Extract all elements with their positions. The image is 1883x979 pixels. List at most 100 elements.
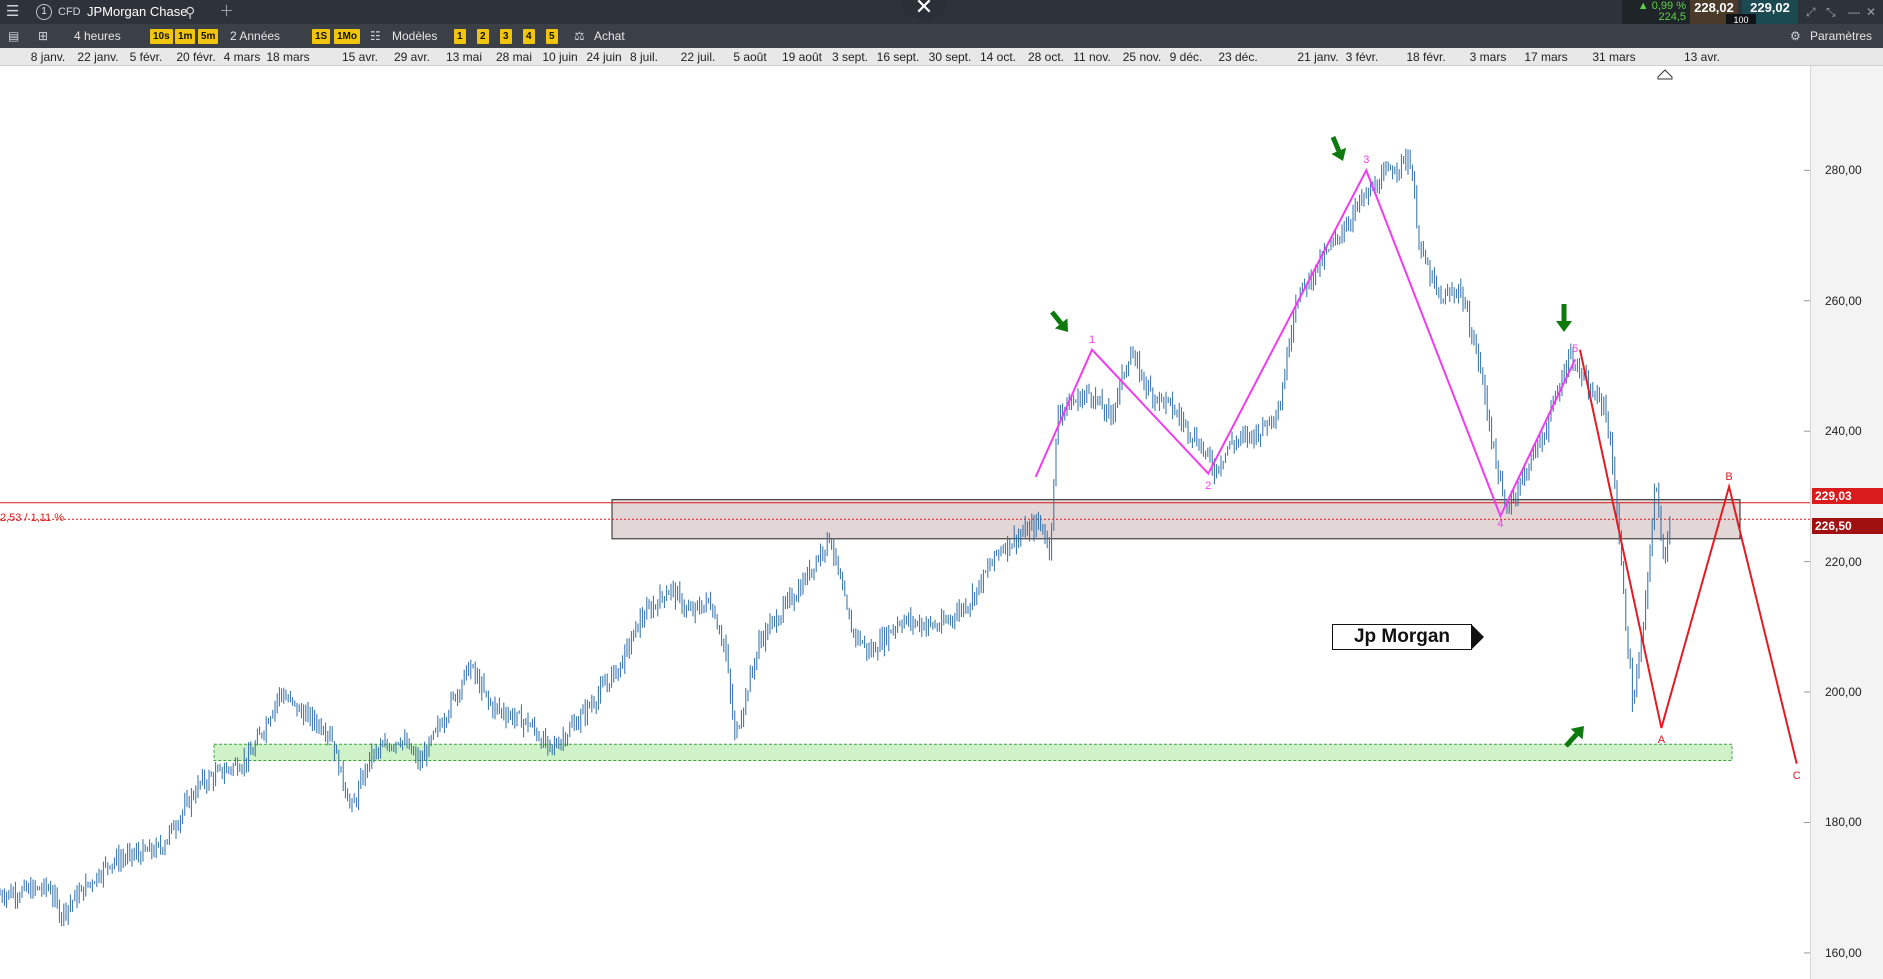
date-tick-label: 9 déc.	[1169, 50, 1203, 64]
reference-price-box: 226,50	[1812, 518, 1883, 535]
date-tick-label: 5 févr.	[129, 50, 163, 64]
layout-4-button[interactable]: 4	[523, 29, 535, 44]
arrow-down-5-head	[1556, 321, 1572, 332]
templates-icon[interactable]: ☷	[370, 24, 381, 48]
date-tick-label: 8 janv.	[30, 50, 66, 64]
account-number-badge[interactable]: 1	[36, 4, 52, 20]
layout-1-button[interactable]: 1	[454, 29, 466, 44]
search-icon[interactable]: ⚲	[185, 0, 195, 24]
top-bar: ☰ 1 CFD JPMorgan Chase ⚲ ＋ ✕ ▲ 0,99 % 22…	[0, 0, 1883, 26]
support-zone	[213, 743, 1733, 762]
date-tick-label: 23 déc.	[1218, 50, 1258, 64]
trading-app: ☰ 1 CFD JPMorgan Chase ⚲ ＋ ✕ ▲ 0,99 % 22…	[0, 0, 1883, 979]
range-1s-button[interactable]: 1S	[312, 29, 331, 44]
date-tick-label: 30 sept.	[928, 50, 972, 64]
date-axis: 8 janv. 22 janv. 5 févr. 20 févr. 4 mars 18 m…	[0, 48, 1883, 66]
chart-area[interactable]: 2,53 / 1,11 % Jp Morgan 12345ABC 280,00 2…	[0, 66, 1883, 979]
wave-label: A	[1657, 733, 1666, 746]
arrow-down-1-shaft	[1050, 310, 1064, 325]
date-tick-label: 16 sept.	[876, 50, 920, 64]
reference-change-label: 2,53 / 1,11 %	[0, 512, 65, 524]
date-tick-label: 17 mars	[1524, 50, 1568, 64]
interval-1m-button[interactable]: 1m	[175, 29, 196, 44]
date-tick-label: 24 juin	[586, 50, 622, 64]
date-tick-label: 31 mars	[1592, 50, 1636, 64]
wave-label: 3	[1363, 154, 1370, 167]
instrument-name[interactable]: JPMorgan Chase	[87, 0, 187, 24]
date-tick-label: 3 mars	[1469, 50, 1507, 64]
date-tick-label: 11 nov.	[1073, 50, 1111, 64]
date-tick-label: 10 juin	[542, 50, 578, 64]
session-low: 224,5	[1658, 11, 1686, 23]
templates-button[interactable]: Modèles	[392, 24, 437, 48]
date-tick-label: 5 août	[733, 50, 767, 64]
settings-button[interactable]: Paramètres	[1810, 24, 1872, 48]
range-1mo-button[interactable]: 1Mo	[334, 29, 360, 44]
layout-3-button[interactable]: 3	[500, 29, 512, 44]
correction-wave-line	[1579, 349, 1798, 765]
annotation-text: Jp Morgan	[1332, 624, 1472, 650]
date-tick-label: 3 févr.	[1345, 50, 1379, 64]
arrow-down-3-shaft	[1330, 136, 1342, 152]
window-close-icon[interactable]: ✕	[1866, 0, 1876, 24]
quote-change-block: ▲ 0,99 % 224,5	[1622, 0, 1690, 24]
date-tick-label: 22 janv.	[77, 50, 119, 64]
date-tick-label: 18 mars	[266, 50, 310, 64]
date-tick-label: 19 août	[781, 50, 823, 64]
price-tick-label: 240,00	[1825, 424, 1862, 439]
date-tick-label: 29 avr.	[393, 50, 431, 64]
order-icon[interactable]: ⚖	[574, 24, 585, 48]
date-tick-label: 20 févr.	[176, 50, 216, 64]
wave-label: C	[1792, 769, 1801, 782]
date-tick-label: 28 mai	[495, 50, 533, 64]
gear-icon[interactable]: ⚙	[1790, 24, 1801, 48]
close-icon[interactable]: ✕	[900, 0, 948, 20]
wave-label: 4	[1497, 517, 1504, 530]
date-tick-label: 25 nov.	[1122, 50, 1162, 64]
interval-10s-button[interactable]: 10s	[150, 29, 173, 44]
link-icon[interactable]: ⤢	[1806, 0, 1816, 24]
instrument-type: CFD	[58, 6, 81, 18]
timeline-marker-icon	[1657, 69, 1673, 80]
date-tick-label: 4 mars	[223, 50, 261, 64]
price-tick-label: 200,00	[1825, 685, 1862, 700]
wave-label: 5	[1572, 343, 1579, 356]
expand-icon[interactable]: ⤡	[1826, 0, 1836, 24]
buy-order-button[interactable]: Achat	[594, 24, 625, 48]
date-tick-label: 22 juil.	[680, 50, 716, 64]
list-icon[interactable]: ▤	[8, 24, 19, 48]
price-tick-label: 160,00	[1825, 945, 1862, 960]
annotation-arrow-tip	[1471, 624, 1484, 650]
date-tick-label: 15 avr.	[341, 50, 379, 64]
interval-5m-button[interactable]: 5m	[198, 29, 219, 44]
interval-selector[interactable]: 4 heures	[74, 24, 121, 48]
date-tick-label: 8 juil.	[629, 50, 659, 64]
range-selector[interactable]: 2 Années	[230, 24, 280, 48]
date-tick-label: 18 févr.	[1406, 50, 1446, 64]
date-tick-label: 28 oct.	[1027, 50, 1065, 64]
date-tick-label: 13 avr.	[1683, 50, 1721, 64]
impulse-wave-line	[1034, 167, 1577, 519]
annotation-label[interactable]: Jp Morgan	[1332, 624, 1484, 650]
chart-toolbar: ▤ ⊞ 4 heures 10s 1m 5m 2 Années 1S 1Mo ☷…	[0, 24, 1883, 48]
layout-grid-icon[interactable]: ⊞	[38, 24, 48, 48]
wave-label: 2	[1205, 479, 1212, 492]
wave-label: B	[1725, 470, 1733, 483]
add-tab-icon[interactable]: ＋	[219, 0, 234, 24]
date-tick-label: 21 janv.	[1297, 50, 1339, 64]
price-tick-label: 280,00	[1825, 163, 1862, 178]
price-tick-label: 180,00	[1825, 815, 1862, 830]
date-tick-label: 3 sept.	[831, 50, 869, 64]
wave-label: 1	[1088, 333, 1096, 346]
layout-5-button[interactable]: 5	[546, 29, 558, 44]
price-axis[interactable]: 280,00 260,00 240,00 220,00 200,00 180,00 160,…	[1810, 66, 1883, 979]
current-price-box: 229,03	[1812, 487, 1883, 504]
date-tick-label: 13 mai	[445, 50, 483, 64]
price-chart[interactable]	[0, 66, 1810, 979]
price-tick-label: 260,00	[1825, 293, 1862, 308]
date-tick-label: 14 oct.	[979, 50, 1017, 64]
hamburger-menu-icon[interactable]: ☰	[6, 0, 19, 24]
price-tick-label: 220,00	[1825, 554, 1862, 569]
minimize-icon[interactable]: —	[1848, 0, 1860, 24]
layout-2-button[interactable]: 2	[477, 29, 489, 44]
